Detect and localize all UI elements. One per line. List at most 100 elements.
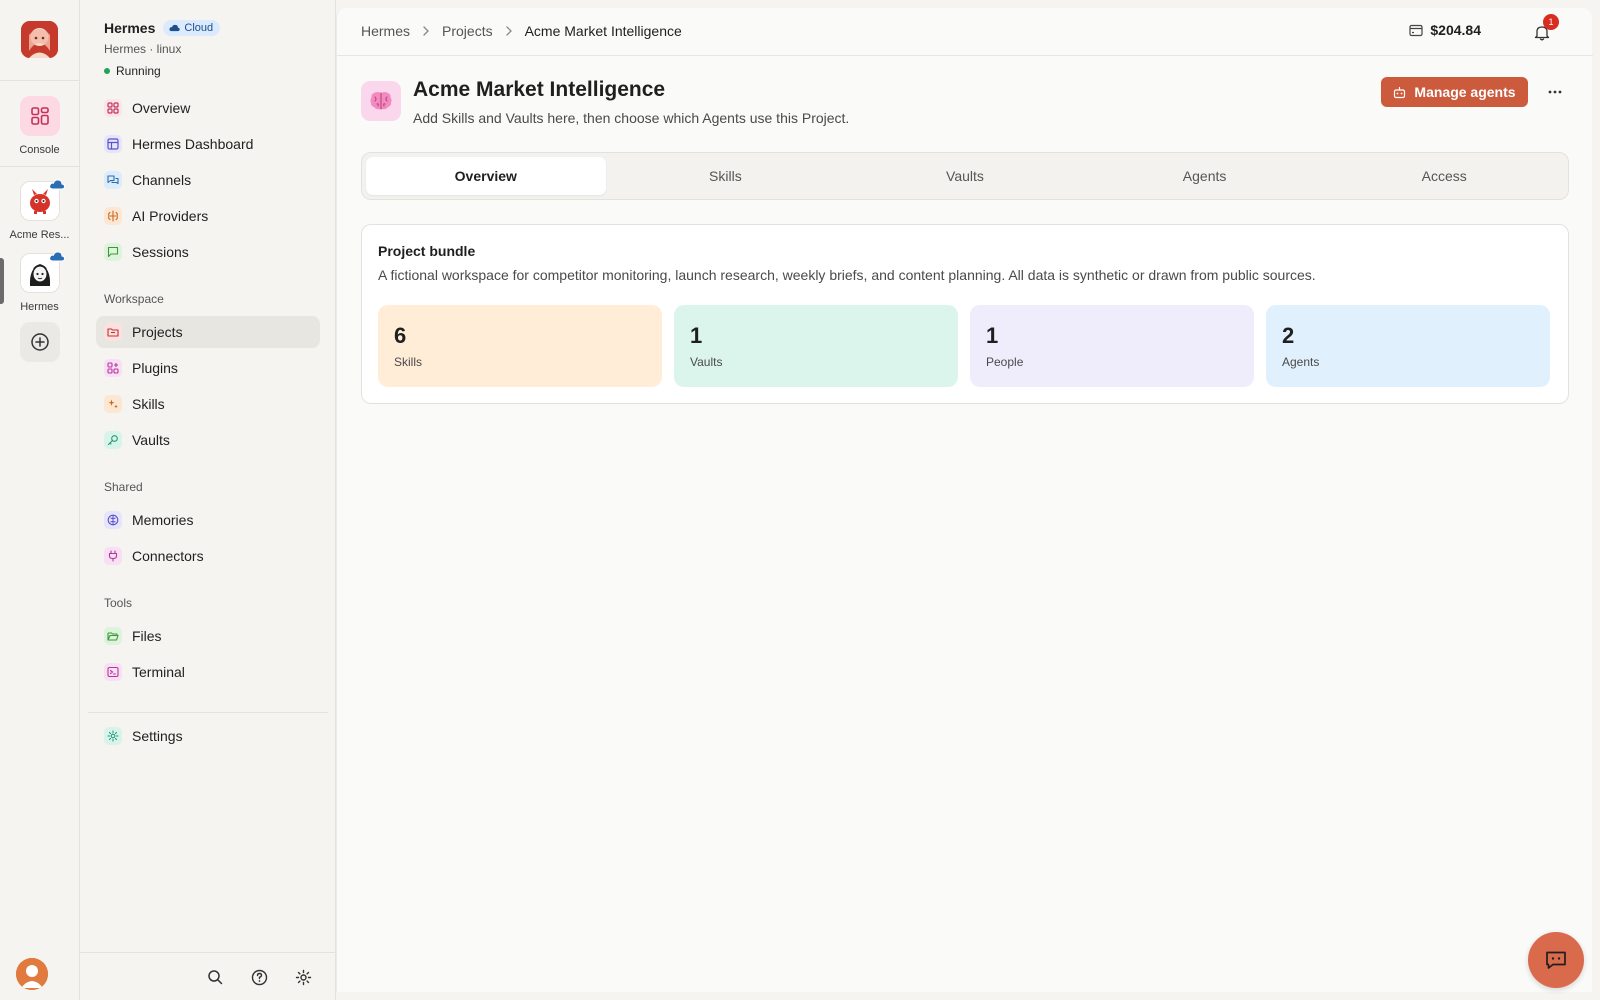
tab-overview[interactable]: Overview — [366, 157, 606, 195]
bundle-description: A fictional workspace for competitor mon… — [378, 267, 1316, 283]
gear-icon — [104, 727, 122, 745]
balance-value: $204.84 — [1430, 22, 1481, 38]
stat-value: 1 — [986, 323, 999, 348]
settings-button[interactable] — [293, 967, 313, 987]
cloud-icon — [48, 179, 65, 190]
stat-label: Skills — [394, 355, 423, 369]
main-panel: Hermes Projects Acme Market Intelligence… — [336, 8, 1593, 992]
rail-divider — [0, 166, 79, 167]
section-label-workspace: Workspace — [104, 292, 164, 306]
nav-item-overview[interactable]: Overview — [96, 92, 320, 124]
notification-count-badge: 1 — [1543, 14, 1559, 30]
nav-label: Skills — [132, 396, 165, 412]
chevron-right-icon — [420, 25, 432, 37]
project-icon — [361, 81, 401, 121]
nav-item-sessions[interactable]: Sessions — [96, 236, 320, 268]
more-options-button[interactable] — [1543, 80, 1567, 104]
key-icon — [104, 431, 122, 449]
status-indicator: Running — [104, 64, 220, 78]
nav-label: AI Providers — [132, 208, 209, 224]
stat-value: 2 — [1282, 323, 1295, 348]
page-title: Acme Market Intelligence — [413, 78, 666, 101]
nav-label: Settings — [132, 728, 183, 744]
puzzle-icon — [104, 359, 122, 377]
section-label-tools: Tools — [104, 596, 133, 610]
rail-item-hermes[interactable]: Hermes — [0, 251, 79, 313]
rail-label-console: Console — [19, 144, 60, 156]
sidebar-divider — [88, 712, 328, 713]
nav-item-settings[interactable]: Settings — [96, 720, 320, 752]
overview-icon — [104, 99, 122, 117]
nav-item-files[interactable]: Files — [96, 620, 320, 652]
stat-card-skills[interactable]: 6 Skills — [378, 305, 662, 387]
stat-card-vaults[interactable]: 1 Vaults — [674, 305, 958, 387]
nav-item-skills[interactable]: Skills — [96, 388, 320, 420]
nav-item-vaults[interactable]: Vaults — [96, 424, 320, 456]
user-avatar[interactable] — [16, 958, 48, 990]
rail-divider — [0, 80, 79, 81]
sparkle-icon — [104, 395, 122, 413]
message-square-icon — [104, 243, 122, 261]
status-dot-icon — [104, 68, 110, 74]
nav-item-connectors[interactable]: Connectors — [96, 540, 320, 572]
hermes-tile — [19, 251, 65, 293]
manage-agents-label: Manage agents — [1414, 84, 1516, 100]
tab-agents[interactable]: Agents — [1085, 157, 1325, 195]
breadcrumb-item-hermes[interactable]: Hermes — [361, 23, 410, 39]
cloud-badge-label: Cloud — [184, 22, 214, 34]
stat-card-agents[interactable]: 2 Agents — [1266, 305, 1550, 387]
bundle-title: Project bundle — [378, 243, 476, 259]
nav-label: Terminal — [132, 664, 185, 680]
nav-item-plugins[interactable]: Plugins — [96, 352, 320, 384]
tab-skills[interactable]: Skills — [606, 157, 846, 195]
section-label-shared: Shared — [104, 480, 143, 494]
chat-bubbles-icon — [104, 171, 122, 189]
manage-agents-button[interactable]: Manage agents — [1381, 77, 1528, 107]
nav-label: Vaults — [132, 432, 170, 448]
red-mascot-icon — [29, 189, 50, 214]
add-tile — [19, 322, 60, 362]
breadcrumb-item-current: Acme Market Intelligence — [524, 23, 682, 39]
cloud-icon — [169, 24, 181, 32]
folder-open-icon — [104, 627, 122, 645]
page-description: Add Skills and Vaults here, then choose … — [413, 110, 850, 126]
plus-circle-icon — [30, 333, 49, 351]
nav-label: Projects — [132, 324, 183, 340]
nav-item-terminal[interactable]: Terminal — [96, 656, 320, 688]
stat-card-people[interactable]: 1 People — [970, 305, 1254, 387]
grid-icon — [30, 107, 49, 125]
nav-item-projects[interactable]: Projects — [96, 316, 320, 348]
nav-label: Memories — [132, 512, 194, 528]
balance-display[interactable]: $204.84 — [1409, 22, 1481, 38]
cloud-icon — [48, 251, 65, 262]
rail-item-console[interactable]: Console — [0, 96, 79, 156]
console-tile — [19, 96, 60, 136]
nav-item-ai-providers[interactable]: AI Providers — [96, 200, 320, 232]
help-button[interactable] — [249, 967, 269, 987]
more-horizontal-icon — [1548, 90, 1562, 94]
add-instance-button[interactable] — [0, 322, 79, 362]
nav-item-channels[interactable]: Channels — [96, 164, 320, 196]
robot-icon — [1394, 86, 1406, 98]
stat-label: Agents — [1282, 355, 1320, 369]
nav-item-memories[interactable]: Memories — [96, 504, 320, 536]
help-icon — [251, 969, 267, 985]
nav-label: Channels — [132, 172, 192, 188]
stat-label: People — [986, 355, 1024, 369]
notifications-button[interactable]: 1 — [1531, 14, 1559, 43]
chat-button[interactable] — [1528, 932, 1584, 988]
tab-access[interactable]: Access — [1324, 157, 1564, 195]
breadcrumb-item-projects[interactable]: Projects — [442, 23, 493, 39]
search-icon — [208, 970, 223, 985]
search-button[interactable] — [205, 967, 225, 987]
stat-label: Vaults — [690, 355, 723, 369]
nav-label: Files — [132, 628, 162, 644]
nav-item-hermes-dashboard[interactable]: Hermes Dashboard — [96, 128, 320, 160]
app-logo[interactable] — [21, 21, 58, 58]
status-label: Running — [116, 64, 161, 78]
user-icon — [16, 958, 48, 990]
rail-item-acme[interactable]: Acme Res... — [0, 179, 79, 241]
wallet-icon — [1409, 24, 1423, 36]
rail-label-hermes: Hermes — [20, 301, 59, 313]
tab-vaults[interactable]: Vaults — [845, 157, 1085, 195]
